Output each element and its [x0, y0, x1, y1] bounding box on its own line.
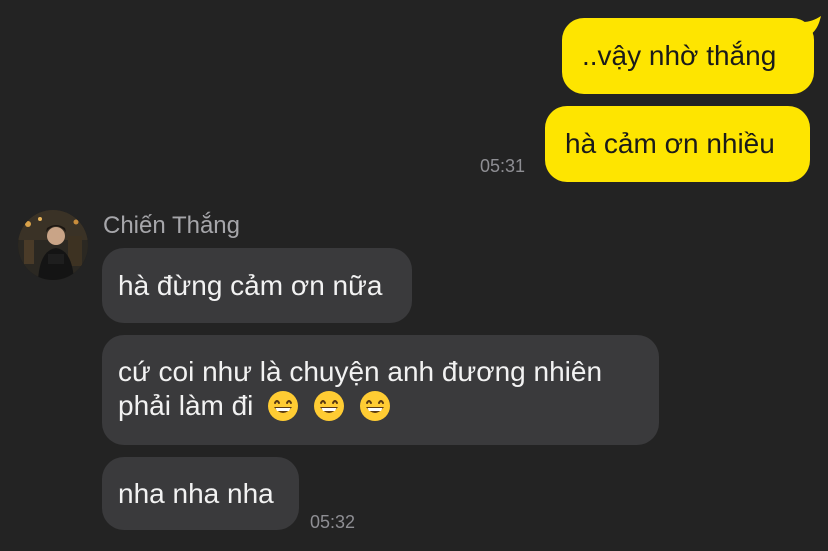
incoming-message-bubble[interactable]: hà đừng cảm ơn nữa: [102, 248, 412, 323]
sender-avatar[interactable]: [18, 210, 88, 280]
grinning-face-icon: [268, 391, 299, 421]
sender-name: Chiến Thắng: [103, 212, 240, 239]
message-text: ..vậy nhờ thắng: [582, 40, 777, 71]
message-text: hà cảm ơn nhiều: [565, 128, 775, 159]
message-text: nha nha nha: [118, 478, 274, 509]
incoming-message-bubble[interactable]: cứ coi như là chuyện anh đương nhiên phả…: [102, 335, 659, 445]
bubble-tail-icon: [803, 16, 821, 36]
grinning-face-icon: [313, 391, 344, 421]
outgoing-message-bubble[interactable]: ..vậy nhờ thắng: [562, 16, 821, 94]
message-text: hà đừng cảm ơn nữa: [118, 270, 383, 301]
message-text-line: cứ coi như là chuyện anh đương nhiên: [118, 356, 603, 387]
profile-photo-avatar: [18, 210, 88, 280]
message-timestamp: 05:32: [310, 512, 356, 532]
incoming-message-bubble[interactable]: nha nha nha: [102, 457, 299, 530]
grinning-face-icon: [359, 391, 390, 421]
message-text: phải làm đi: [118, 390, 254, 421]
message-timestamp: 05:31: [480, 156, 526, 176]
outgoing-message-bubble[interactable]: hà cảm ơn nhiều: [545, 106, 810, 182]
message-text-line: phải làm đi: [118, 389, 643, 423]
